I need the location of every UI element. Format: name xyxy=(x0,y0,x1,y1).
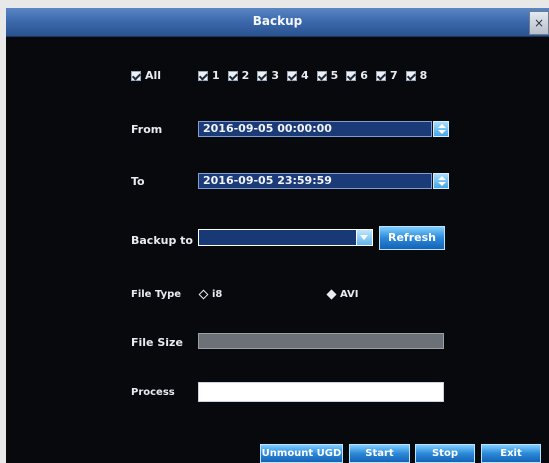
channel-checkbox-4[interactable]: 4 xyxy=(286,69,309,82)
checkbox-icon xyxy=(316,70,327,81)
channel-checkbox-6[interactable]: 6 xyxy=(346,69,368,82)
to-spinner-icon[interactable] xyxy=(433,173,449,189)
file-type-radio-avi[interactable]: AVI xyxy=(326,289,359,300)
to-label: To xyxy=(131,175,145,188)
exit-button[interactable]: Exit xyxy=(481,444,541,463)
checkbox-icon xyxy=(286,70,297,81)
checkbox-icon xyxy=(257,70,268,81)
checkbox-icon xyxy=(227,70,238,81)
from-label: From xyxy=(131,123,163,136)
to-datetime-field[interactable]: 2016-09-05 23:59:59 xyxy=(198,173,432,189)
channel-checkbox-8[interactable]: 8 xyxy=(405,69,427,82)
file-type-label: File Type xyxy=(131,289,182,300)
close-button[interactable]: × xyxy=(529,11,549,35)
from-datetime-field[interactable]: 2016-09-05 00:00:00 xyxy=(198,121,432,137)
process-progress-bar xyxy=(198,382,444,402)
start-button[interactable]: Start xyxy=(349,444,410,463)
from-spinner-icon[interactable] xyxy=(433,121,449,137)
channel-checkbox-2[interactable]: 2 xyxy=(227,69,249,82)
chevron-down-icon[interactable] xyxy=(356,230,372,245)
checkbox-icon xyxy=(198,70,208,81)
channel-checkbox-7[interactable]: 7 xyxy=(375,69,398,82)
checkbox-icon xyxy=(405,70,416,81)
backup-to-label: Backup to xyxy=(131,234,193,247)
checkbox-icon xyxy=(346,70,357,81)
dialog-title: Backup xyxy=(252,14,303,28)
checkbox-icon xyxy=(375,70,386,81)
channel-all-checkbox[interactable]: All xyxy=(131,69,161,82)
channel-all-label: All xyxy=(145,69,162,82)
channel-checkbox-list: 1 2 3 4 5 6 7 8 xyxy=(198,69,435,82)
title-bar: Backup × xyxy=(6,8,549,37)
file-type-radio-i8[interactable]: i8 xyxy=(198,289,222,300)
channel-checkbox-3[interactable]: 3 xyxy=(257,69,279,82)
stop-button[interactable]: Stop xyxy=(415,444,475,463)
process-label: Process xyxy=(131,387,175,398)
radio-icon xyxy=(198,289,209,300)
file-size-label: File Size xyxy=(131,336,183,349)
file-size-field xyxy=(198,333,444,349)
channel-checkbox-1[interactable]: 1 xyxy=(198,69,220,82)
refresh-button[interactable]: Refresh xyxy=(379,226,445,250)
checkbox-icon xyxy=(131,70,141,81)
unmount-usb-button[interactable]: Unmount UGD xyxy=(260,444,343,463)
channel-checkbox-5[interactable]: 5 xyxy=(316,69,338,82)
backup-device-select[interactable] xyxy=(198,229,373,246)
radio-selected-icon xyxy=(326,289,337,300)
